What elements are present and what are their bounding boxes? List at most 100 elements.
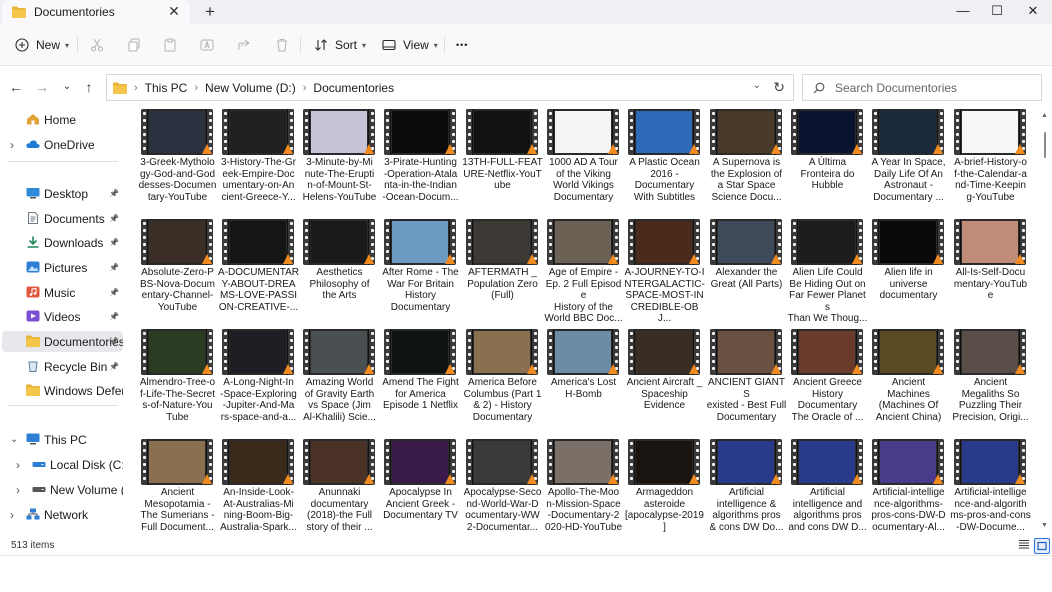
minimize-button[interactable]: — xyxy=(946,0,980,24)
address-dropdown-icon[interactable]: ⌄ xyxy=(753,80,761,91)
sidebar-item-onedrive[interactable]: › OneDrive xyxy=(2,134,123,155)
sort-button[interactable]: Sort ▾ xyxy=(314,35,366,55)
video-file-item[interactable]: 3-Minute-by-Mi nute-The-Erupti n-of-Moun… xyxy=(299,107,380,215)
details-view-button[interactable] xyxy=(1016,538,1032,554)
back-button[interactable]: ← xyxy=(7,78,25,96)
video-file-item[interactable]: A-Long-Night-In -Space-Exploring -Jupite… xyxy=(218,327,299,435)
video-file-item[interactable]: A Plastic Ocean 2016 - Documentary With … xyxy=(624,107,705,215)
view-button[interactable]: View ▾ xyxy=(382,35,438,55)
scroll-down-icon[interactable]: ▼ xyxy=(1041,522,1048,529)
rename-button[interactable] xyxy=(200,35,214,55)
scroll-up-icon[interactable]: ▲ xyxy=(1041,112,1048,119)
sidebar-item-this-pc[interactable]: ⌄ This PC xyxy=(2,429,123,450)
video-file-item[interactable]: 13TH-FULL-FEAT URE-Netflix-YouT ube xyxy=(462,107,543,215)
video-file-item[interactable]: Artificial-intellige nce-and-algorith ms… xyxy=(950,437,1031,536)
video-file-item[interactable]: Absolute-Zero-P BS-Nova-Docum entary-Cha… xyxy=(137,217,218,325)
video-file-item[interactable]: Anunnaki documentary (2018)-the Full sto… xyxy=(299,437,380,536)
sidebar-item-downloads[interactable]: Downloads 📌 xyxy=(2,232,123,253)
close-window-button[interactable]: ✕ xyxy=(1016,0,1050,24)
video-file-item[interactable]: A-brief-History-o f-the-Calendar-a nd-Ti… xyxy=(950,107,1031,215)
cut-button[interactable] xyxy=(90,35,104,55)
video-file-item[interactable]: Artificial intelligence & algorithms pro… xyxy=(706,437,787,536)
tab-documentories[interactable]: Documentories ✕ xyxy=(2,0,190,24)
thumbnail-frame xyxy=(311,331,367,373)
video-file-item[interactable]: America's Lost H-Bomb xyxy=(543,327,624,435)
video-file-item[interactable]: Ancient Greece History Documentary The O… xyxy=(787,327,868,435)
video-file-item[interactable]: 1000 AD A Tour of the Viking World Vikin… xyxy=(543,107,624,215)
video-file-item[interactable]: AFTERMATH _ Population Zero (Full) xyxy=(462,217,543,325)
sidebar-item-new-volume-d[interactable]: › New Volume (D:) xyxy=(2,479,123,500)
sidebar-item-pictures[interactable]: Pictures 📌 xyxy=(2,257,123,278)
more-options-button[interactable]: ••• xyxy=(456,35,468,55)
video-file-item[interactable]: All-Is-Self-Docu mentary-YouTub e xyxy=(950,217,1031,325)
video-file-item[interactable]: Almendro-Tree-o f-Life-The-Secret s-of-N… xyxy=(137,327,218,435)
sidebar-item-documents[interactable]: Documents 📌 xyxy=(2,208,123,229)
video-file-item[interactable]: Armageddon asteroide [apocalypse-2019 ] xyxy=(624,437,705,536)
sidebar-item-recycle-bin[interactable]: Recycle Bin 📌 xyxy=(2,356,123,377)
video-file-item[interactable]: Ancient Megaliths So Puzzling Their Prec… xyxy=(950,327,1031,435)
scroll-thumb[interactable] xyxy=(1044,132,1046,158)
chevron-right-icon[interactable]: › xyxy=(16,458,20,472)
video-file-item[interactable]: Artificial-intellige nce-algorithms- pro… xyxy=(868,437,949,536)
delete-button[interactable] xyxy=(275,35,289,55)
chevron-down-icon[interactable]: ⌄ xyxy=(10,434,18,445)
video-file-item[interactable]: Amazing World of Gravity Earth vs Space … xyxy=(299,327,380,435)
video-file-item[interactable]: After Rome - The War For Britain History… xyxy=(380,217,461,325)
sidebar-item-music[interactable]: Music 📌 xyxy=(2,282,123,303)
maximize-button[interactable]: ☐ xyxy=(980,0,1014,24)
video-file-item[interactable]: America Before Columbus (Part 1 & 2) - H… xyxy=(462,327,543,435)
breadcrumb-this-pc[interactable]: This PC xyxy=(145,81,188,95)
video-file-item[interactable]: A Última Fronteira do Hubble xyxy=(787,107,868,215)
video-file-item[interactable]: Artificial intelligence and algorithms p… xyxy=(787,437,868,536)
paste-button[interactable] xyxy=(163,35,177,55)
forward-button[interactable]: → xyxy=(33,78,51,96)
sidebar-item-videos[interactable]: Videos 📌 xyxy=(2,306,123,327)
video-file-item[interactable]: Age of Empire - Ep. 2 Full Episode Histo… xyxy=(543,217,624,325)
video-file-item[interactable]: A Supernova is the Explosion of a Star S… xyxy=(706,107,787,215)
video-file-item[interactable]: ANCIENT GIANTS existed - Best Full Docum… xyxy=(706,327,787,435)
video-file-item[interactable]: Apocalypse In Ancient Greek - Documentar… xyxy=(380,437,461,536)
video-file-item[interactable]: Alien life in universe documentary xyxy=(868,217,949,325)
vertical-scrollbar[interactable]: ▲ ▼ xyxy=(1041,112,1048,532)
chevron-right-icon[interactable]: › xyxy=(10,508,14,522)
video-file-item[interactable]: A-DOCUMENTAR Y-ABOUT-DREA MS-LOVE-PASSI … xyxy=(218,217,299,325)
video-file-item[interactable]: Alien Life Could Be Hiding Out on Far Fe… xyxy=(787,217,868,325)
chevron-right-icon[interactable]: › xyxy=(16,483,20,497)
up-button[interactable]: ↑ xyxy=(80,78,98,96)
close-tab-icon[interactable]: ✕ xyxy=(166,3,182,19)
sidebar-item-windows-defend[interactable]: Windows Defend xyxy=(2,380,123,401)
video-file-item[interactable]: Alexander the Great (All Parts) xyxy=(706,217,787,325)
sidebar-item-local-disk-c[interactable]: › Local Disk (C:) xyxy=(2,454,123,475)
video-file-item[interactable]: 3-Greek-Mytholo gy-God-and-God desses-Do… xyxy=(137,107,218,215)
search-input[interactable] xyxy=(835,80,1025,95)
recent-locations-button[interactable]: ⌄ xyxy=(58,78,76,96)
video-file-item[interactable]: Apocalypse-Seco nd-World-War-D ocumentar… xyxy=(462,437,543,536)
video-file-item[interactable]: Amend The Fight for America Episode 1 Ne… xyxy=(380,327,461,435)
video-file-item[interactable]: 3-Pirate-Hunting -Operation-Atala nta-in… xyxy=(380,107,461,215)
video-file-item[interactable]: A Year In Space, Daily Life Of An Astron… xyxy=(868,107,949,215)
refresh-icon[interactable]: ↻ xyxy=(773,79,785,96)
breadcrumb-new-volume[interactable]: New Volume (D:) xyxy=(205,81,296,95)
search-box[interactable] xyxy=(802,74,1042,101)
video-file-item[interactable]: Ancient Aircraft _ Spaceship Evidence xyxy=(624,327,705,435)
address-bar[interactable]: › This PC › New Volume (D:) › Documentor… xyxy=(106,74,794,101)
video-file-item[interactable]: Ancient Mesopotamia - The Sumerians - Fu… xyxy=(137,437,218,536)
video-file-item[interactable]: Aesthetics Philosophy of the Arts xyxy=(299,217,380,325)
video-file-item[interactable]: Ancient Machines (Machines Of Ancient Ch… xyxy=(868,327,949,435)
video-file-item[interactable]: Apollo-The-Moo n-Mission-Space -Document… xyxy=(543,437,624,536)
copy-button[interactable] xyxy=(127,35,141,55)
new-tab-button[interactable]: + xyxy=(200,2,220,22)
sidebar-item-desktop[interactable]: Desktop 📌 xyxy=(2,183,123,204)
breadcrumb-documentories[interactable]: Documentories xyxy=(313,81,394,95)
sidebar-item-network[interactable]: › Network xyxy=(2,504,123,525)
new-button[interactable]: New ▾ xyxy=(15,35,69,55)
chevron-right-icon[interactable]: › xyxy=(10,138,14,152)
sidebar-item-documentories[interactable]: Documentories 📌 xyxy=(2,331,123,352)
share-button[interactable] xyxy=(237,35,251,55)
sidebar-item-home[interactable]: Home xyxy=(2,109,123,130)
video-file-item[interactable]: A-JOURNEY-TO-I NTERGALACTIC- SPACE-MOST-… xyxy=(624,217,705,325)
thumbnail-frame xyxy=(149,331,205,373)
video-file-item[interactable]: An-Inside-Look- At-Australias-Mi ning-Bo… xyxy=(218,437,299,536)
video-file-item[interactable]: 3-History-The-Gr eek-Empire-Doc umentary… xyxy=(218,107,299,215)
large-icons-view-button[interactable] xyxy=(1034,538,1050,554)
